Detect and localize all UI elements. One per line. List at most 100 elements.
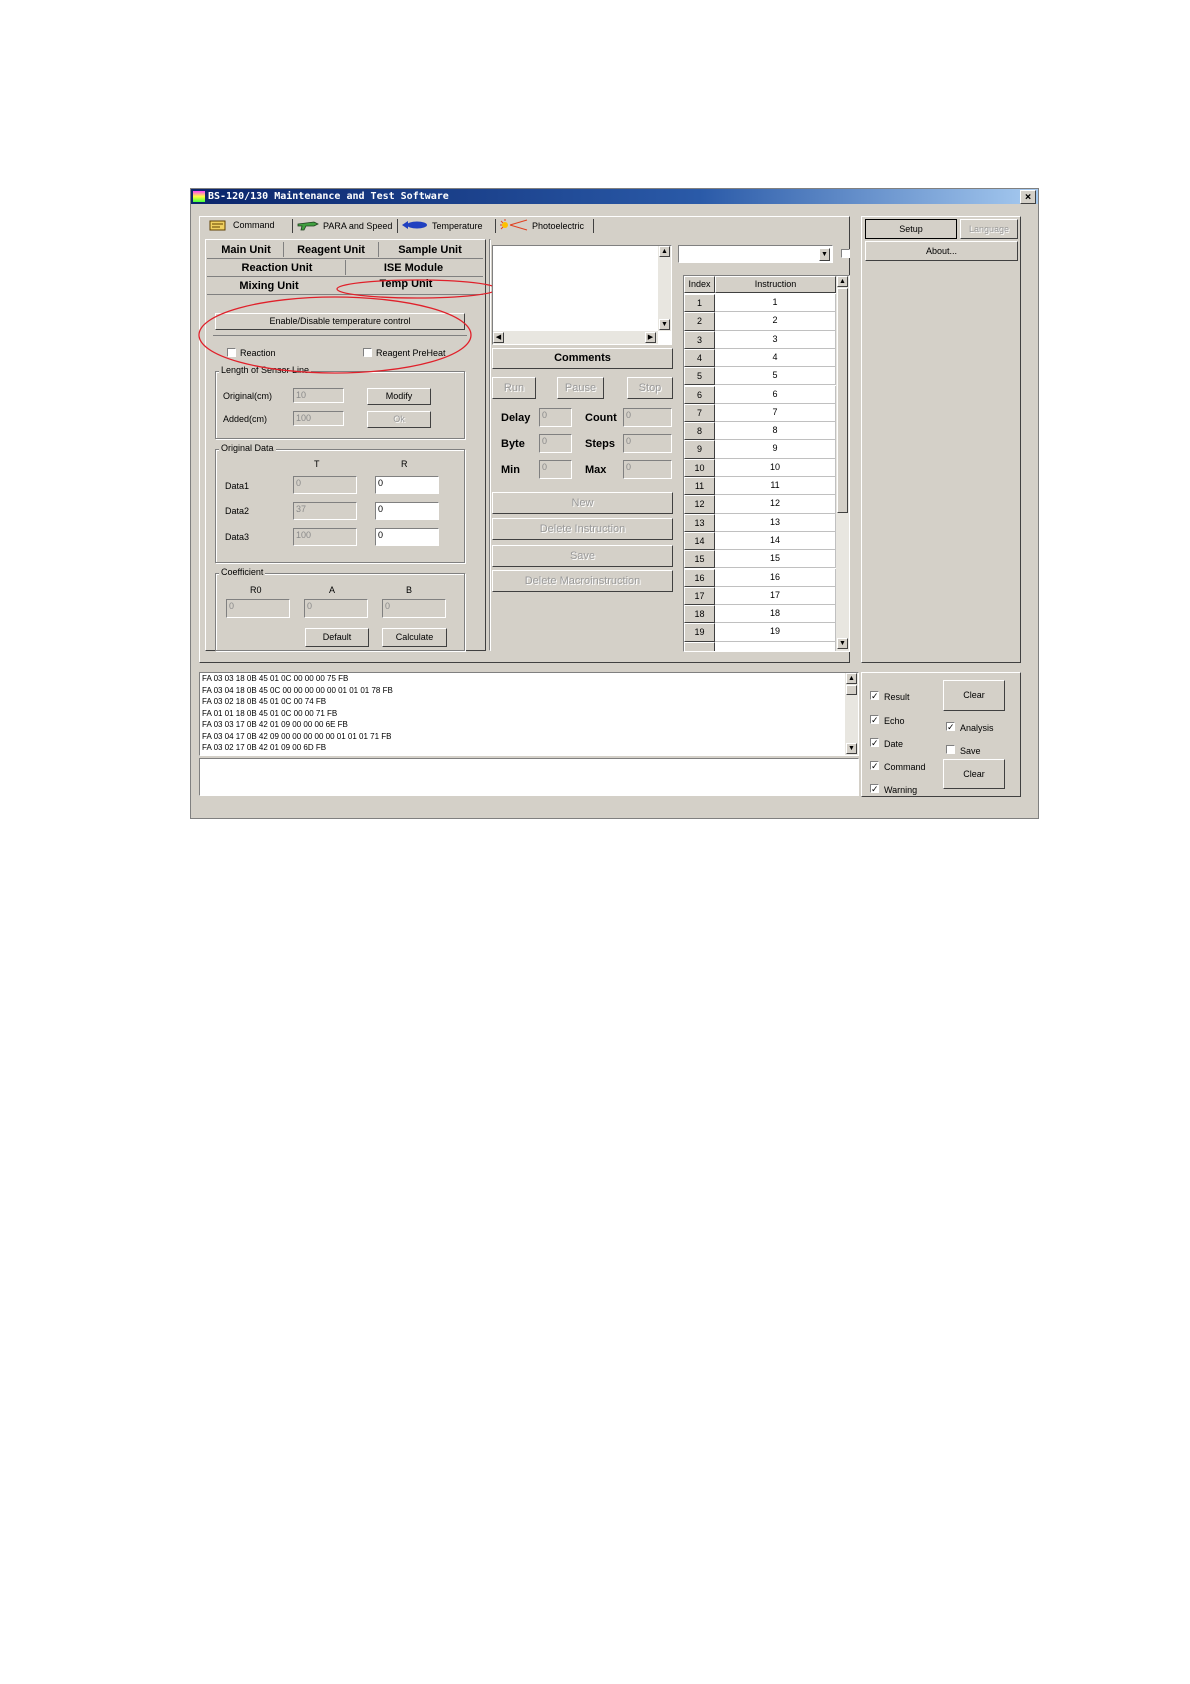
table-row-instruction[interactable]: 7 — [715, 403, 836, 423]
table-row-instruction[interactable]: 14 — [715, 531, 836, 551]
delete-instruction-button[interactable]: Delete Instruction — [492, 518, 673, 540]
table-row[interactable]: 17 17 — [684, 586, 836, 606]
original-cm-field[interactable]: 10 — [293, 388, 344, 403]
memo-vertical-scrollbar[interactable]: ▲ ▼ — [658, 246, 671, 331]
data3-r-field[interactable]: 0 — [375, 528, 439, 546]
table-row-instruction[interactable]: 1 — [715, 294, 836, 313]
table-row[interactable]: 14 14 — [684, 531, 836, 551]
b-field[interactable]: 0 — [382, 599, 446, 618]
save-log-checkbox[interactable] — [946, 745, 955, 754]
tab-photoelectric[interactable]: Photoelectric — [499, 217, 589, 233]
table-row[interactable]: 44 — [684, 348, 836, 368]
table-row[interactable]: 88 — [684, 422, 836, 441]
table-row[interactable]: 16 16 — [684, 568, 836, 587]
table-row-instruction[interactable]: 12 — [715, 495, 836, 514]
table-row-instruction[interactable]: 16 — [715, 568, 836, 587]
pause-button[interactable]: Pause — [557, 377, 604, 399]
table-row-instruction[interactable]: 15 — [715, 550, 836, 569]
echo-checkbox[interactable]: ✓ — [870, 715, 879, 725]
macro-text-area[interactable] — [492, 245, 672, 345]
table-row-instruction[interactable]: 13 — [715, 513, 836, 532]
log-output[interactable]: FA 03 03 18 0B 45 01 0C 00 00 00 75 FB FA… — [199, 672, 859, 756]
modify-button[interactable]: Modify — [367, 388, 431, 405]
scroll-up-icon[interactable]: ▲ — [837, 276, 848, 287]
table-row-instruction[interactable]: 10 — [715, 458, 836, 477]
analysis-checkbox[interactable]: ✓ — [946, 722, 955, 732]
added-cm-field[interactable]: 100 — [293, 411, 344, 426]
clear-log-button[interactable]: Clear — [943, 680, 1005, 711]
r0-field[interactable]: 0 — [226, 599, 290, 618]
table-row-instruction[interactable]: 18 — [715, 605, 836, 624]
min-field[interactable]: 0 — [539, 460, 572, 479]
scroll-down-icon[interactable]: ▼ — [837, 638, 848, 649]
byte-field[interactable]: 0 — [539, 434, 572, 453]
table-row[interactable]: 13 13 — [684, 513, 836, 532]
count-field[interactable]: 0 — [623, 408, 672, 427]
comments-button[interactable]: Comments — [492, 348, 673, 369]
table-row[interactable]: 11 11 — [684, 477, 836, 496]
table-row-instruction[interactable]: 3 — [715, 330, 836, 349]
default-button[interactable]: Default — [305, 628, 369, 647]
table-row[interactable]: 99 — [684, 440, 836, 459]
language-button[interactable]: Language — [960, 219, 1018, 239]
table-row[interactable]: 33 — [684, 330, 836, 349]
chevron-down-icon[interactable]: ▼ — [819, 248, 830, 261]
max-field[interactable]: 0 — [623, 460, 672, 479]
data3-t-field[interactable]: 100 — [293, 528, 357, 546]
calculate-button[interactable]: Calculate — [382, 628, 447, 647]
scroll-thumb[interactable] — [846, 685, 857, 695]
table-row-instruction[interactable]: 11 — [715, 477, 836, 496]
table-row[interactable]: 15 15 — [684, 550, 836, 569]
table-row-instruction[interactable]: 6 — [715, 385, 836, 404]
table-row[interactable]: 55 — [684, 367, 836, 386]
table-row-instruction[interactable]: 5 — [715, 367, 836, 386]
steps-field[interactable]: 0 — [623, 434, 672, 453]
scroll-right-icon[interactable]: ▶ — [645, 332, 656, 343]
table-row[interactable]: 10 10 — [684, 458, 836, 477]
table-row[interactable]: 19 19 — [684, 623, 836, 642]
setup-button[interactable]: Setup — [865, 219, 957, 239]
command-input[interactable] — [199, 758, 859, 796]
close-button[interactable]: × — [1020, 190, 1036, 204]
instruction-column-header[interactable]: Instruction — [715, 276, 836, 293]
index-column-header[interactable]: Index — [684, 276, 715, 293]
table-row[interactable]: 66 — [684, 385, 836, 404]
table-row[interactable]: 22 — [684, 312, 836, 331]
new-button[interactable]: New — [492, 492, 673, 514]
data2-t-field[interactable]: 37 — [293, 502, 357, 520]
scroll-down-icon[interactable]: ▼ — [659, 319, 670, 330]
run-button[interactable]: Run — [492, 377, 536, 399]
delete-macroinstruction-button[interactable]: Delete Macroinstruction — [492, 570, 673, 592]
about-button[interactable]: About... — [865, 241, 1018, 261]
macro-checkbox[interactable] — [841, 249, 850, 258]
table-row-instruction[interactable]: 9 — [715, 440, 836, 459]
log-scrollbar[interactable]: ▲ ▼ — [845, 673, 858, 755]
data1-t-field[interactable]: 0 — [293, 476, 357, 494]
save-button[interactable]: Save — [492, 545, 673, 567]
table-row-instruction[interactable]: 8 — [715, 422, 836, 441]
data1-r-field[interactable]: 0 — [375, 476, 439, 494]
scroll-up-icon[interactable]: ▲ — [846, 673, 857, 684]
clear-input-button[interactable]: Clear — [943, 759, 1005, 789]
scroll-up-icon[interactable]: ▲ — [659, 246, 670, 257]
result-checkbox[interactable]: ✓ — [870, 691, 879, 701]
a-field[interactable]: 0 — [304, 599, 368, 618]
table-row-instruction[interactable]: 4 — [715, 348, 836, 368]
warning-checkbox[interactable]: ✓ — [870, 784, 879, 794]
table-row[interactable]: 18 18 — [684, 605, 836, 624]
table-row[interactable]: 77 — [684, 403, 836, 423]
table-row[interactable]: 12 12 — [684, 495, 836, 514]
table-vertical-scrollbar[interactable]: ▲ ▼ — [836, 276, 849, 651]
memo-horizontal-scrollbar[interactable]: ◀ ▶ — [493, 331, 658, 344]
date-checkbox[interactable]: ✓ — [870, 738, 879, 748]
table-row[interactable]: 11 — [684, 294, 836, 313]
stop-button[interactable]: Stop — [627, 377, 673, 399]
table-row-instruction[interactable]: 19 — [715, 623, 836, 642]
table-row-instruction[interactable] — [715, 641, 836, 651]
scroll-thumb[interactable] — [837, 288, 848, 513]
scroll-left-icon[interactable]: ◀ — [493, 332, 504, 343]
data2-r-field[interactable]: 0 — [375, 502, 439, 520]
macro-select[interactable]: ▼ — [678, 245, 833, 263]
ok-button[interactable]: Ok — [367, 411, 431, 428]
table-row-instruction[interactable]: 2 — [715, 312, 836, 331]
